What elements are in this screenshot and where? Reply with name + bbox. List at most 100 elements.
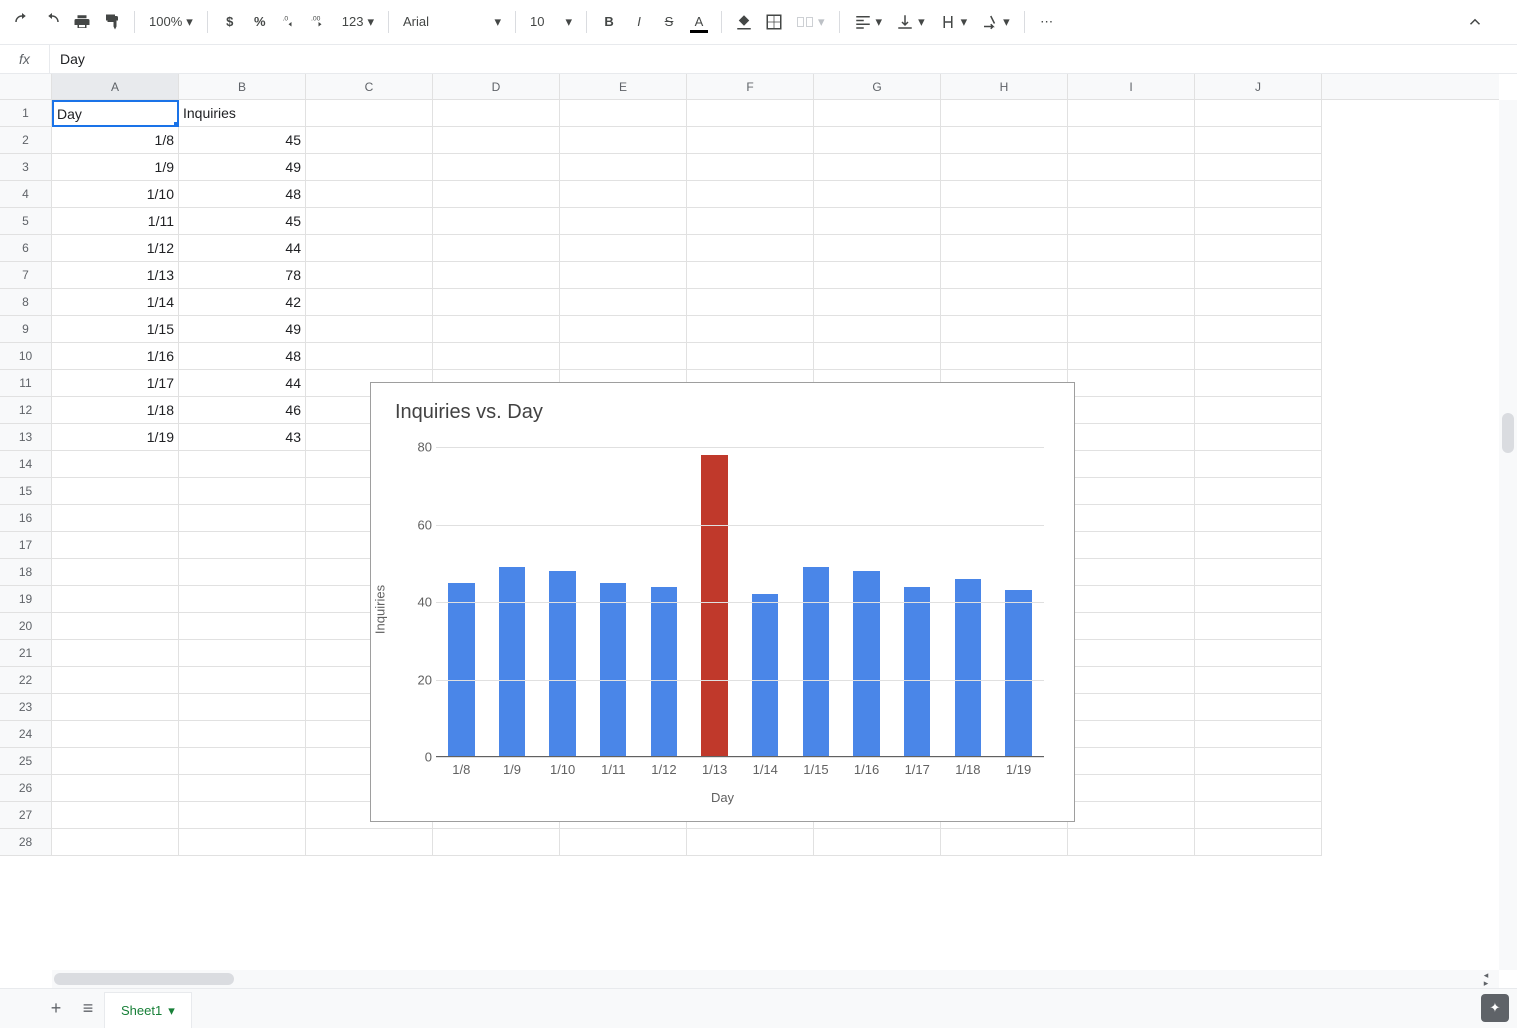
row-header-25[interactable]: 25 xyxy=(0,748,51,775)
cell-I24[interactable] xyxy=(1068,721,1195,748)
chart-bar[interactable] xyxy=(651,587,677,758)
cell-A27[interactable] xyxy=(52,802,179,829)
row-header-4[interactable]: 4 xyxy=(0,181,51,208)
cell-A7[interactable]: 1/13 xyxy=(52,262,179,289)
cell-E4[interactable] xyxy=(560,181,687,208)
row-header-6[interactable]: 6 xyxy=(0,235,51,262)
cell-F7[interactable] xyxy=(687,262,814,289)
format-percent-button[interactable]: % xyxy=(246,8,274,36)
chart-bar[interactable] xyxy=(600,583,626,757)
cell-A28[interactable] xyxy=(52,829,179,856)
column-header-I[interactable]: I xyxy=(1068,74,1195,99)
sheet-tab[interactable]: Sheet1▾ xyxy=(104,992,192,1028)
cell-G28[interactable] xyxy=(814,829,941,856)
row-header-2[interactable]: 2 xyxy=(0,127,51,154)
cell-C4[interactable] xyxy=(306,181,433,208)
cell-J4[interactable] xyxy=(1195,181,1322,208)
cell-D1[interactable] xyxy=(433,100,560,127)
font-size-dropdown[interactable]: 10▾ xyxy=(524,8,578,36)
cell-B20[interactable] xyxy=(179,613,306,640)
cell-B23[interactable] xyxy=(179,694,306,721)
cell-B26[interactable] xyxy=(179,775,306,802)
cell-H5[interactable] xyxy=(941,208,1068,235)
cell-J17[interactable] xyxy=(1195,532,1322,559)
cell-E6[interactable] xyxy=(560,235,687,262)
cell-I4[interactable] xyxy=(1068,181,1195,208)
collapse-toolbar-button[interactable] xyxy=(1461,8,1489,36)
cell-B15[interactable] xyxy=(179,478,306,505)
strikethrough-button[interactable]: S xyxy=(655,8,683,36)
cell-I22[interactable] xyxy=(1068,667,1195,694)
cell-G8[interactable] xyxy=(814,289,941,316)
row-header-19[interactable]: 19 xyxy=(0,586,51,613)
row-header-27[interactable]: 27 xyxy=(0,802,51,829)
cell-H10[interactable] xyxy=(941,343,1068,370)
cell-A13[interactable]: 1/19 xyxy=(52,424,179,451)
explore-button[interactable]: ✦ xyxy=(1481,994,1509,1022)
cell-A3[interactable]: 1/9 xyxy=(52,154,179,181)
cell-I10[interactable] xyxy=(1068,343,1195,370)
cell-B19[interactable] xyxy=(179,586,306,613)
cell-A5[interactable]: 1/11 xyxy=(52,208,179,235)
row-header-21[interactable]: 21 xyxy=(0,640,51,667)
cell-A15[interactable] xyxy=(52,478,179,505)
cell-C1[interactable] xyxy=(306,100,433,127)
cell-E9[interactable] xyxy=(560,316,687,343)
cell-D8[interactable] xyxy=(433,289,560,316)
column-header-A[interactable]: A xyxy=(52,74,179,99)
cell-H6[interactable] xyxy=(941,235,1068,262)
cell-J19[interactable] xyxy=(1195,586,1322,613)
cell-J1[interactable] xyxy=(1195,100,1322,127)
cell-D28[interactable] xyxy=(433,829,560,856)
vertical-align-button[interactable]: ▾ xyxy=(890,8,931,36)
column-header-D[interactable]: D xyxy=(433,74,560,99)
text-rotation-button[interactable]: ▾ xyxy=(975,8,1016,36)
all-sheets-button[interactable]: ≡ xyxy=(72,993,104,1025)
cell-J6[interactable] xyxy=(1195,235,1322,262)
cell-B9[interactable]: 49 xyxy=(179,316,306,343)
cell-F3[interactable] xyxy=(687,154,814,181)
redo-button[interactable] xyxy=(38,8,66,36)
cell-A10[interactable]: 1/16 xyxy=(52,343,179,370)
chart-bar[interactable] xyxy=(752,594,778,757)
row-header-7[interactable]: 7 xyxy=(0,262,51,289)
row-header-26[interactable]: 26 xyxy=(0,775,51,802)
column-header-B[interactable]: B xyxy=(179,74,306,99)
cell-A1[interactable]: Day xyxy=(52,100,179,127)
column-header-C[interactable]: C xyxy=(306,74,433,99)
chart-bar[interactable] xyxy=(853,571,879,757)
row-header-15[interactable]: 15 xyxy=(0,478,51,505)
cell-B2[interactable]: 45 xyxy=(179,127,306,154)
row-header-18[interactable]: 18 xyxy=(0,559,51,586)
font-dropdown[interactable]: Arial▾ xyxy=(397,8,507,36)
more-button[interactable]: ⋯ xyxy=(1033,8,1061,36)
cell-A23[interactable] xyxy=(52,694,179,721)
cell-I1[interactable] xyxy=(1068,100,1195,127)
chart-bar[interactable] xyxy=(701,455,727,757)
merge-cells-button[interactable]: ▾ xyxy=(790,8,831,36)
cell-I8[interactable] xyxy=(1068,289,1195,316)
cell-B8[interactable]: 42 xyxy=(179,289,306,316)
column-header-H[interactable]: H xyxy=(941,74,1068,99)
cell-J10[interactable] xyxy=(1195,343,1322,370)
italic-button[interactable]: I xyxy=(625,8,653,36)
row-header-22[interactable]: 22 xyxy=(0,667,51,694)
cell-E8[interactable] xyxy=(560,289,687,316)
row-header-8[interactable]: 8 xyxy=(0,289,51,316)
cell-B11[interactable]: 44 xyxy=(179,370,306,397)
print-button[interactable] xyxy=(68,8,96,36)
cell-A24[interactable] xyxy=(52,721,179,748)
number-format-dropdown[interactable]: 123▾ xyxy=(336,8,380,36)
chart-bar[interactable] xyxy=(1005,590,1031,757)
cell-I12[interactable] xyxy=(1068,397,1195,424)
cell-A6[interactable]: 1/12 xyxy=(52,235,179,262)
chart-bar[interactable] xyxy=(955,579,981,757)
cell-I15[interactable] xyxy=(1068,478,1195,505)
cell-D10[interactable] xyxy=(433,343,560,370)
cell-B14[interactable] xyxy=(179,451,306,478)
text-color-button[interactable]: A xyxy=(685,8,713,36)
cell-I16[interactable] xyxy=(1068,505,1195,532)
cell-F28[interactable] xyxy=(687,829,814,856)
cell-I18[interactable] xyxy=(1068,559,1195,586)
cell-B18[interactable] xyxy=(179,559,306,586)
